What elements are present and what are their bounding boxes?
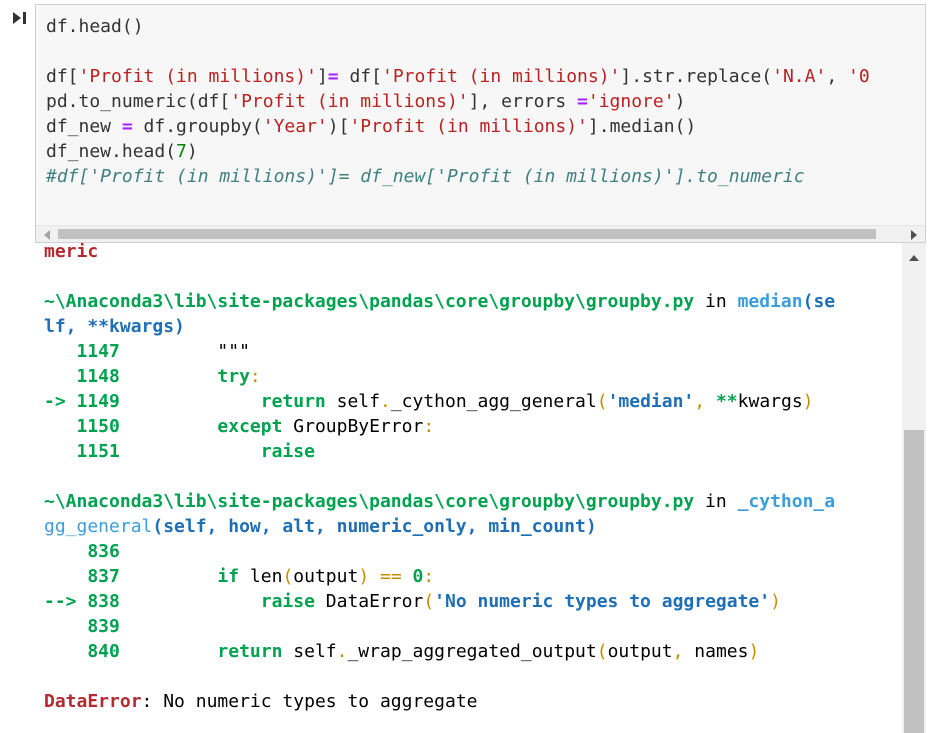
- output-line-3: ~\Anaconda3\lib\site-packages\pandas\cor…: [44, 291, 836, 312]
- output-line-12: gg_general(self, how, alt, numeric_only,…: [44, 516, 597, 537]
- output-line-19: DataError: No numeric types to aggregate: [44, 691, 478, 712]
- output-line-16: 839: [44, 616, 120, 637]
- output-line-4: lf, **kwargs): [44, 316, 185, 337]
- code-line-3: df['Profit (in millions)']= df['Profit (…: [46, 66, 870, 87]
- code-line-7: #df['Profit (in millions)']= df_new['Pro…: [46, 166, 805, 187]
- scroll-left-arrow-icon[interactable]: [44, 230, 50, 240]
- code-cell[interactable]: df.head() df['Profit (in millions)']= df…: [35, 4, 926, 243]
- vertical-scroll-thumb[interactable]: [904, 430, 924, 733]
- output-line-5: 1147 """: [44, 341, 250, 362]
- output-line-15: --> 838 raise DataError('No numeric type…: [44, 591, 781, 612]
- code-line-5: df_new = df.groupby('Year')['Profit (in …: [46, 116, 697, 137]
- scroll-right-arrow-icon[interactable]: [911, 230, 917, 240]
- error-output-area: meric ~\Anaconda3\lib\site-packages\pand…: [0, 243, 942, 733]
- run-cell-icon[interactable]: [12, 10, 28, 26]
- horizontal-scrollbar[interactable]: [36, 225, 925, 242]
- code-editor[interactable]: df.head() df['Profit (in millions)']= df…: [46, 14, 870, 189]
- output-line-9: 1151 raise: [44, 441, 315, 462]
- traceback-text: meric ~\Anaconda3\lib\site-packages\pand…: [44, 243, 835, 714]
- output-line-8: 1150 except GroupByError:: [44, 416, 435, 437]
- horizontal-scroll-thumb[interactable]: [58, 229, 876, 239]
- output-line-1: meric: [44, 243, 99, 262]
- vertical-scrollbar[interactable]: [902, 243, 926, 733]
- code-line-1: df.head(): [46, 16, 144, 37]
- code-line-6: df_new.head(7): [46, 141, 198, 162]
- output-line-7: -> 1149 return self._cython_agg_general(…: [44, 391, 814, 412]
- output-line-14: 837 if len(output) == 0:: [44, 566, 435, 587]
- output-line-6: 1148 try:: [44, 366, 261, 387]
- output-line-17: 840 return self._wrap_aggregated_output(…: [44, 641, 760, 662]
- output-line-11: ~\Anaconda3\lib\site-packages\pandas\cor…: [44, 491, 836, 512]
- code-line-4: pd.to_numeric(df['Profit (in millions)']…: [46, 91, 686, 112]
- scroll-up-arrow-icon[interactable]: [909, 255, 919, 261]
- output-line-13: 836: [44, 541, 120, 562]
